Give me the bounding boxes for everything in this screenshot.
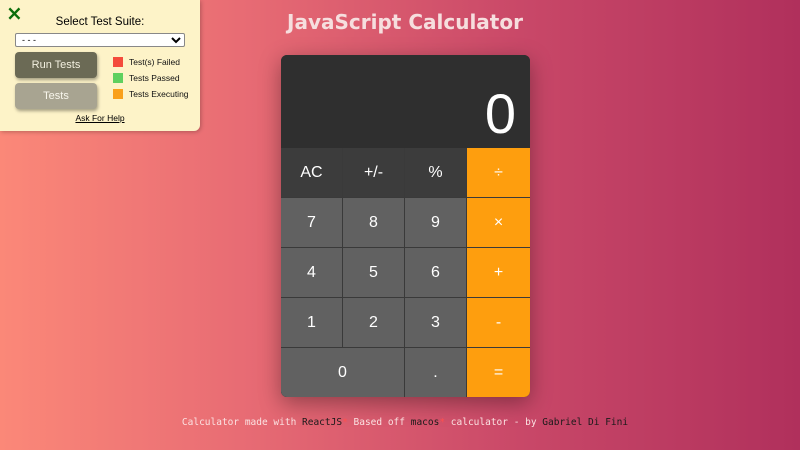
legend-executing-label: Tests Executing (129, 89, 189, 99)
legend-passed-label: Tests Passed (129, 73, 180, 83)
digit-9-button[interactable]: 9 (405, 198, 467, 248)
ask-for-help-link[interactable]: Ask For Help (0, 113, 200, 123)
run-tests-button[interactable]: Run Tests (15, 52, 97, 78)
page-title: JavaScript Calculator (287, 10, 523, 34)
clear-button[interactable]: AC (281, 148, 343, 198)
digit-1-button[interactable]: 1 (281, 298, 343, 348)
footer-credits: Calculator made with ReactJS* Based off … (0, 417, 800, 428)
failed-swatch (113, 57, 123, 67)
add-button[interactable]: + (467, 248, 530, 298)
digit-4-button[interactable]: 4 (281, 248, 343, 298)
digit-8-button[interactable]: 8 (343, 198, 405, 248)
equals-button[interactable]: = (467, 348, 530, 397)
footer-react-link[interactable]: ReactJS (302, 417, 342, 428)
toggle-sign-button[interactable]: +/- (343, 148, 405, 198)
passed-swatch (113, 73, 123, 83)
calculator-keypad: AC +/- % ÷ 7 8 9 × 4 5 6 + 1 2 3 - 0 . = (281, 148, 530, 397)
percent-button[interactable]: % (405, 148, 467, 198)
digit-2-button[interactable]: 2 (343, 298, 405, 348)
legend-passed: Tests Passed (113, 73, 180, 83)
legend-executing: Tests Executing (113, 89, 189, 99)
digit-0-button[interactable]: 0 (281, 348, 405, 397)
tests-button[interactable]: Tests (15, 83, 97, 109)
calculator: 0 AC +/- % ÷ 7 8 9 × 4 5 6 + 1 2 3 - 0 .… (281, 55, 530, 397)
legend-failed-label: Test(s) Failed (129, 57, 181, 67)
digit-6-button[interactable]: 6 (405, 248, 467, 298)
decimal-button[interactable]: . (405, 348, 467, 397)
footer-author-link[interactable]: Gabriel Di Fini (542, 417, 628, 428)
subtract-button[interactable]: - (467, 298, 530, 348)
legend-failed: Test(s) Failed (113, 57, 180, 67)
footer-middle: Based off (347, 417, 411, 428)
digit-3-button[interactable]: 3 (405, 298, 467, 348)
divide-button[interactable]: ÷ (467, 148, 530, 198)
footer-suffix: calculator - by (445, 417, 543, 428)
digit-5-button[interactable]: 5 (343, 248, 405, 298)
executing-swatch (113, 89, 123, 99)
multiply-button[interactable]: × (467, 198, 530, 248)
footer-macos-link[interactable]: macos (411, 417, 440, 428)
footer-prefix: Calculator made with (181, 417, 303, 428)
calculator-display: 0 (281, 55, 530, 148)
test-suite-select[interactable]: - - - (15, 33, 185, 47)
digit-7-button[interactable]: 7 (281, 198, 343, 248)
